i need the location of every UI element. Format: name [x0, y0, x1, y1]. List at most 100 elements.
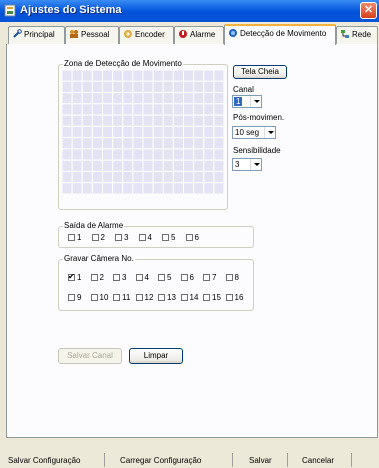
- motion-grid-cell[interactable]: [91, 70, 103, 82]
- load-config-button[interactable]: Carregar Configuração: [120, 453, 201, 468]
- motion-grid-cell[interactable]: [193, 182, 205, 194]
- motion-grid-cell[interactable]: [162, 125, 174, 139]
- motion-grid-cell[interactable]: [193, 148, 205, 161]
- motion-grid-cell[interactable]: [183, 92, 195, 105]
- motion-grid-cell[interactable]: [213, 70, 224, 82]
- motion-grid-cell[interactable]: [62, 159, 73, 172]
- motion-grid-cell[interactable]: [112, 70, 124, 82]
- motion-grid-cell[interactable]: [71, 92, 83, 105]
- motion-grid-cell[interactable]: [122, 159, 134, 172]
- checkbox-box[interactable]: [138, 234, 146, 241]
- motion-grid-cell[interactable]: [132, 137, 144, 150]
- checkbox-box[interactable]: [203, 294, 210, 301]
- motion-grid-cell[interactable]: [102, 103, 114, 116]
- motion-grid-cell[interactable]: [152, 103, 164, 116]
- motion-grid-cell[interactable]: [213, 182, 224, 194]
- tab-alarme[interactable]: Alarme: [174, 26, 224, 44]
- motion-grid-cell[interactable]: [162, 148, 174, 161]
- motion-grid-cell[interactable]: [193, 114, 205, 127]
- motion-grid-cell[interactable]: [213, 170, 224, 184]
- motion-grid-cell[interactable]: [172, 182, 184, 194]
- motion-grid-cell[interactable]: [183, 103, 195, 116]
- motion-grid-cell[interactable]: [102, 114, 114, 127]
- motion-grid-cell[interactable]: [183, 114, 195, 127]
- motion-grid-cell[interactable]: [71, 114, 83, 127]
- motion-grid-cell[interactable]: [162, 92, 174, 105]
- motion-grid-cell[interactable]: [81, 125, 93, 139]
- motion-grid-cell[interactable]: [193, 125, 205, 139]
- motion-grid-cell[interactable]: [162, 70, 174, 82]
- motion-grid-cell[interactable]: [152, 114, 164, 127]
- motion-grid-cell[interactable]: [71, 80, 83, 94]
- motion-grid-cell[interactable]: [102, 125, 114, 139]
- checkbox-box[interactable]: [113, 274, 120, 281]
- tab-encoder[interactable]: Encoder: [119, 26, 174, 44]
- motion-grid-cell[interactable]: [152, 170, 164, 184]
- motion-grid-cell[interactable]: [102, 148, 114, 161]
- motion-grid-cell[interactable]: [112, 137, 124, 150]
- motion-grid-cell[interactable]: [122, 137, 134, 150]
- motion-grid-cell[interactable]: [91, 80, 103, 94]
- checkbox-box[interactable]: [158, 274, 165, 281]
- motion-grid-cell[interactable]: [122, 92, 134, 105]
- checkbox-box[interactable]: [68, 294, 75, 301]
- motion-grid-cell[interactable]: [193, 137, 205, 150]
- motion-grid-cell[interactable]: [112, 92, 124, 105]
- motion-grid-cell[interactable]: [102, 80, 114, 94]
- motion-grid-cell[interactable]: [81, 148, 93, 161]
- record-camera-checkbox-8[interactable]: 8: [225, 273, 239, 282]
- motion-grid-cell[interactable]: [172, 148, 184, 161]
- motion-grid-cell[interactable]: [132, 80, 144, 94]
- motion-grid-cell[interactable]: [91, 92, 103, 105]
- motion-grid-cell[interactable]: [112, 114, 124, 127]
- record-camera-checkbox-2[interactable]: 2: [90, 273, 104, 282]
- motion-grid-cell[interactable]: [172, 170, 184, 184]
- save-button[interactable]: Salvar: [249, 453, 272, 468]
- motion-grid-cell[interactable]: [203, 125, 215, 139]
- record-camera-checkbox-11[interactable]: 11: [113, 293, 130, 302]
- checkbox-box[interactable]: [90, 294, 98, 301]
- motion-grid-cell[interactable]: [142, 92, 154, 105]
- motion-grid-cell[interactable]: [132, 125, 144, 139]
- motion-grid-cell[interactable]: [172, 125, 184, 139]
- checkbox-box[interactable]: [185, 234, 193, 241]
- motion-grid-cell[interactable]: [183, 148, 195, 161]
- motion-grid-cell[interactable]: [152, 148, 164, 161]
- motion-grid-cell[interactable]: [142, 170, 154, 184]
- motion-grid-cell[interactable]: [81, 170, 93, 184]
- motion-grid-cell[interactable]: [162, 103, 174, 116]
- record-camera-checkbox-16[interactable]: 16: [225, 293, 243, 302]
- motion-grid-cell[interactable]: [172, 80, 184, 94]
- tab-deteccao-de-movimento[interactable]: Detecção de Movimento: [224, 24, 336, 45]
- motion-grid-cell[interactable]: [203, 159, 215, 172]
- motion-grid-cell[interactable]: [112, 170, 124, 184]
- motion-grid-cell[interactable]: [172, 92, 184, 105]
- alarm-output-checkbox-4[interactable]: 4: [138, 233, 152, 242]
- post-motion-select[interactable]: 10 seg: [232, 126, 276, 139]
- checkbox-box[interactable]: [203, 274, 210, 281]
- channel-select[interactable]: 1: [232, 95, 262, 108]
- checkbox-box[interactable]: [135, 294, 143, 301]
- motion-grid-cell[interactable]: [132, 92, 144, 105]
- motion-grid-cell[interactable]: [91, 114, 103, 127]
- tab-rede[interactable]: Rede: [336, 26, 378, 44]
- motion-grid-cell[interactable]: [183, 137, 195, 150]
- motion-grid-cell[interactable]: [152, 159, 164, 172]
- motion-grid-cell[interactable]: [183, 182, 195, 194]
- record-camera-checkbox-15[interactable]: 15: [203, 293, 221, 302]
- motion-grid-cell[interactable]: [112, 182, 124, 194]
- alarm-output-checkbox-2[interactable]: 2: [91, 233, 105, 242]
- motion-grid-cell[interactable]: [102, 92, 114, 105]
- checkbox-box[interactable]: [225, 274, 233, 281]
- motion-grid-cell[interactable]: [193, 80, 205, 94]
- motion-grid-cell[interactable]: [132, 159, 144, 172]
- close-button[interactable]: ✕: [360, 2, 377, 19]
- motion-grid-cell[interactable]: [122, 114, 134, 127]
- motion-grid-cell[interactable]: [213, 92, 224, 105]
- record-camera-checkbox-6[interactable]: 6: [180, 273, 194, 282]
- motion-grid-cell[interactable]: [183, 80, 195, 94]
- motion-grid-cell[interactable]: [183, 170, 195, 184]
- motion-grid-cell[interactable]: [122, 125, 134, 139]
- motion-grid-cell[interactable]: [213, 103, 224, 116]
- checkbox-box[interactable]: [162, 234, 169, 241]
